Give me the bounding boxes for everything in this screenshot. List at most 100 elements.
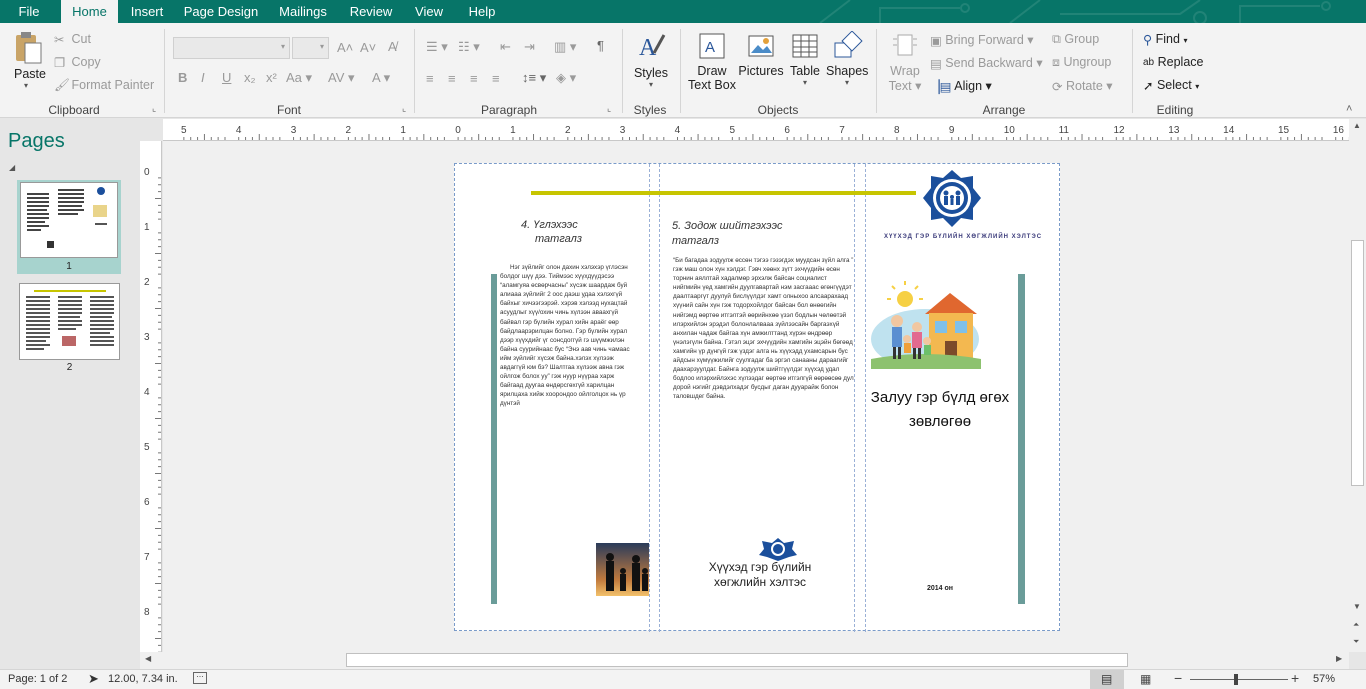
tab-mailings[interactable]: Mailings — [273, 0, 333, 23]
align-button[interactable]: ▕▤ Align ▾ — [930, 78, 992, 94]
tab-file[interactable]: File — [6, 0, 52, 23]
horizontal-ruler[interactable]: 5 4 3 2 1 0 1 2 3 4 5 6 7 8 9 10 11 12 13 14 15 16 — [163, 119, 1364, 141]
select-button[interactable]: ➚ Select ▾ — [1143, 78, 1199, 93]
two-page-view-icon[interactable]: ▦ — [1140, 672, 1151, 686]
font-family-select[interactable]: ▾ — [173, 37, 290, 59]
panel2-body-text[interactable]: “Би багадаа зодуулж өссөн тэгээ гэзэгдэх… — [673, 256, 854, 402]
group-button[interactable]: ⧉ Group — [1052, 32, 1099, 47]
panel2-footer-org-name[interactable]: Хүүхэд гэр бүлийн хөгжлийн хэлтэс — [665, 560, 855, 590]
shading-icon[interactable]: ◈ ▾ — [556, 70, 576, 86]
tab-home[interactable]: Home — [61, 0, 118, 23]
page-thumbnail-1[interactable]: 1 — [17, 180, 121, 274]
character-spacing-icon[interactable]: AV ▾ — [328, 70, 355, 86]
panel3-org-caption[interactable]: ХҮҮХЭД ГЭР БҮЛИЙН ХӨГЖЛИЙН ХЭЛТЭС — [865, 234, 1061, 240]
scroll-down-icon[interactable]: ▼ — [1353, 602, 1361, 611]
paste-button[interactable]: Paste ▾ — [10, 31, 50, 101]
zoom-level[interactable]: 57% — [1313, 673, 1335, 685]
numbering-icon[interactable]: ☷ ▾ — [458, 39, 480, 55]
previous-page-icon[interactable]: ⏶ — [1353, 620, 1359, 630]
font-size-select[interactable]: ▾ — [292, 37, 329, 59]
zoom-in-icon[interactable]: + — [1291, 670, 1299, 686]
dialog-launcher-icon[interactable]: ⌞ — [152, 103, 156, 114]
scroll-right-icon[interactable]: ▶ — [1336, 654, 1342, 663]
scroll-left-icon[interactable]: ◀ — [145, 654, 151, 663]
shrink-font-icon[interactable]: A˅ — [360, 40, 376, 55]
change-case-icon[interactable]: Aa ▾ — [286, 70, 312, 86]
subscript-icon[interactable]: x₂ — [244, 70, 256, 85]
family-silhouette-photo[interactable] — [596, 543, 649, 596]
styles-button[interactable]: A Styles ▾ — [632, 31, 670, 101]
pictures-button[interactable]: Pictures — [738, 31, 784, 78]
panel1-title[interactable]: 4. Үглэхээс татгалз — [521, 218, 641, 246]
page-thumbnail-2[interactable] — [19, 283, 120, 360]
vertical-ruler[interactable]: 0 1 2 3 4 5 6 7 8 — [140, 141, 162, 660]
font-color-icon[interactable]: A ▾ — [372, 70, 390, 86]
ungroup-button[interactable]: ⧈ Ungroup — [1052, 55, 1111, 70]
italic-icon[interactable]: I — [201, 70, 205, 85]
columns-icon[interactable]: ▥ ▾ — [554, 39, 576, 55]
line-spacing-icon[interactable]: ↕≡ ▾ — [522, 70, 546, 86]
panel3-year[interactable]: 2014 он — [865, 585, 1015, 592]
scroll-up-icon[interactable]: ▲ — [1353, 121, 1361, 130]
vertical-scroll-thumb[interactable] — [1351, 240, 1364, 486]
clear-formatting-icon[interactable]: A̸ — [388, 39, 397, 54]
ruler-label: 5 — [730, 125, 736, 136]
panel2-title[interactable]: 5. Зодож шийтгэхээс татгалз — [672, 219, 842, 249]
find-button[interactable]: ⚲ Find ▾ — [1143, 32, 1187, 47]
family-house-illustration[interactable] — [867, 279, 985, 375]
wrap-text-button[interactable]: Wrap Text ▾ — [884, 31, 926, 93]
format-painter-button[interactable]: 🖌 Format Painter — [54, 78, 154, 93]
panel3-main-title[interactable]: Залуу гэр бүлд өгөх зөвлөгөө — [865, 386, 1015, 434]
bold-icon[interactable]: B — [178, 70, 187, 85]
font-dialog-launcher-icon[interactable]: ⌞ — [402, 103, 406, 114]
page-count-status[interactable]: Page: 1 of 2 — [8, 673, 67, 685]
organization-logo-small[interactable] — [757, 536, 799, 562]
yellow-rule-line[interactable] — [531, 191, 916, 195]
align-center-icon[interactable]: ≡ — [448, 71, 456, 86]
ruler-corner[interactable] — [140, 119, 163, 141]
panel1-body-text[interactable]: Нэг зүйлийг олон дахин хэлэхэр үглэсэн б… — [500, 263, 632, 409]
align-right-icon[interactable]: ≡ — [470, 71, 478, 86]
decrease-indent-icon[interactable]: ⇤ — [500, 39, 511, 55]
organization-logo-large[interactable] — [921, 168, 983, 230]
increase-indent-icon[interactable]: ⇥ — [524, 39, 535, 55]
copy-button[interactable]: ❐ Copy — [54, 55, 101, 70]
show-formatting-icon[interactable]: ¶ — [597, 38, 604, 53]
shapes-button[interactable]: Shapes ▾ — [826, 30, 868, 87]
tab-page-design[interactable]: Page Design — [180, 0, 262, 23]
zoom-out-icon[interactable]: − — [1174, 670, 1182, 686]
tab-insert[interactable]: Insert — [124, 0, 170, 23]
underline-icon[interactable]: U — [222, 70, 231, 85]
publication-page[interactable]: 4. Үглэхээс татгалз Нэг зүйлийг олон дах… — [454, 163, 1061, 632]
panel1-teal-bar[interactable] — [491, 274, 497, 604]
document-canvas[interactable]: 4. Үглэхээс татгалз Нэг зүйлийг олон дах… — [163, 141, 1349, 652]
align-left-icon[interactable]: ≡ — [426, 71, 434, 86]
single-page-view-button[interactable]: ▤ — [1090, 670, 1124, 689]
panel3-teal-bar[interactable] — [1018, 274, 1025, 604]
vertical-scrollbar[interactable]: ▲ ▼ ⏶ ⏷ — [1349, 119, 1366, 652]
horizontal-scroll-thumb[interactable] — [346, 653, 1128, 667]
horizontal-scrollbar[interactable]: ◀ ▶ — [140, 652, 1349, 669]
justify-icon[interactable]: ≡ — [492, 71, 500, 86]
paragraph-dialog-launcher-icon[interactable]: ⌞ — [607, 103, 611, 114]
zoom-slider-thumb[interactable] — [1234, 674, 1239, 685]
draw-text-box-button[interactable]: A Draw Text Box — [688, 31, 736, 92]
tab-view[interactable]: View — [409, 0, 449, 23]
grow-font-icon[interactable]: A˄ — [337, 40, 353, 55]
tab-help[interactable]: Help — [462, 0, 502, 23]
object-size-icon[interactable]: ⋯ — [193, 672, 207, 684]
collapse-pages-icon[interactable]: ◢ — [9, 163, 15, 172]
send-backward-button[interactable]: ▤ Send Backward ▾ — [930, 55, 1043, 71]
bullets-icon[interactable]: ☰ ▾ — [426, 39, 448, 55]
cut-button[interactable]: ✂ Cut — [54, 32, 91, 47]
bring-forward-button[interactable]: ▣ Bring Forward ▾ — [930, 32, 1034, 48]
tab-review[interactable]: Review — [345, 0, 397, 23]
collapse-ribbon-icon[interactable]: ˄ — [1346, 103, 1352, 115]
table-icon — [792, 34, 818, 58]
rotate-button[interactable]: ⟳ Rotate ▾ — [1052, 78, 1113, 94]
table-button[interactable]: Table ▾ — [787, 31, 823, 87]
zoom-slider-track[interactable] — [1190, 679, 1288, 680]
replace-button[interactable]: ab Replace — [1143, 55, 1203, 69]
next-page-icon[interactable]: ⏷ — [1353, 637, 1359, 647]
superscript-icon[interactable]: x² — [266, 70, 277, 85]
